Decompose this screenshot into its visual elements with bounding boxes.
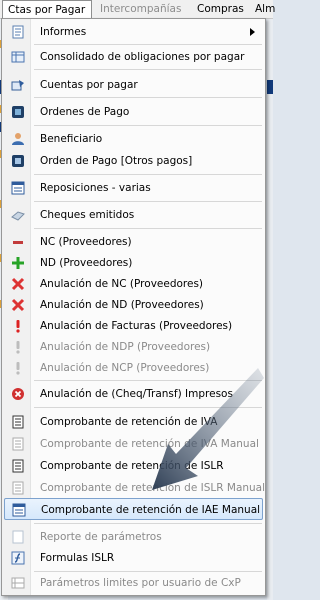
receipt-icon <box>12 437 24 451</box>
menu-item-parametros-limites[interactable]: Parámetros limites por usuario de CxP <box>4 572 263 594</box>
table-icon <box>11 51 25 63</box>
menu-item-ordenes-de-pago[interactable]: Ordenes de Pago <box>4 101 263 123</box>
menu-item-label: Cuentas por pagar <box>40 79 138 91</box>
menu-compras[interactable]: Compras <box>192 0 249 18</box>
menu-item-formulas-islr[interactable]: Formulas ISLR <box>4 547 263 569</box>
receipt-icon <box>12 415 24 429</box>
exclamation-icon <box>16 320 20 333</box>
report-icon <box>12 25 24 39</box>
separator <box>34 97 262 98</box>
menu-item-label: Anulación de Facturas (Proveedores) <box>40 320 233 332</box>
menu-item-label: Parámetros limites por usuario de CxP <box>40 577 241 589</box>
menu-item-nd-proveedores[interactable]: ND (Proveedores) <box>4 252 263 274</box>
menu-item-label: ND (Proveedores) <box>40 257 133 269</box>
menu-item-cuentas-por-pagar[interactable]: Cuentas por pagar <box>4 74 263 96</box>
separator <box>34 174 262 175</box>
separator <box>34 44 262 45</box>
menu-almacen[interactable]: Alm <box>250 0 280 18</box>
x-icon <box>11 277 25 291</box>
menu-item-label: Anulación de NC (Proveedores) <box>40 278 204 290</box>
check-icon <box>11 211 25 221</box>
menu-item-label: Anulación de NDP (Proveedores) <box>40 341 211 353</box>
menu-item-anulacion-ndp[interactable]: Anulación de NDP (Proveedores) <box>4 336 263 358</box>
pointer-arrow-icon <box>152 368 264 490</box>
menu-item-label: Comprobante de retención de IAE Manual <box>41 504 261 516</box>
payment-order-icon <box>12 106 24 118</box>
menu-intercompanias[interactable]: Intercompañías <box>95 0 186 18</box>
menu-item-nc-proveedores[interactable]: NC (Proveedores) <box>4 231 263 253</box>
menu-item-reposiciones[interactable]: Reposiciones - varias <box>4 177 263 199</box>
chevron-right-icon <box>250 28 255 36</box>
menu-item-anulacion-nd[interactable]: Anulación de ND (Proveedores) <box>4 294 263 316</box>
menu-ctas-por-pagar[interactable]: Ctas por Pagar <box>2 0 92 19</box>
x-icon <box>11 298 25 312</box>
menu-item-label: Cheques emitidos <box>40 209 135 221</box>
menu-item-label: Informes <box>40 26 87 38</box>
person-icon <box>12 133 24 145</box>
receipt-icon <box>12 481 24 495</box>
window-icon <box>12 503 26 517</box>
menu-item-anulacion-facturas[interactable]: Anulación de Facturas (Proveedores) <box>4 315 263 337</box>
exclamation-icon <box>16 362 20 375</box>
menu-item-label: NC (Proveedores) <box>40 236 132 248</box>
menu-item-orden-de-pago-otros[interactable]: Orden de Pago [Otros pagos] <box>4 150 263 172</box>
menu-item-label: Anulación de ND (Proveedores) <box>40 299 204 311</box>
formula-icon <box>11 551 25 565</box>
accounts-icon <box>11 80 24 91</box>
params-icon <box>11 577 25 589</box>
menu-item-label: Reporte de parámetros <box>40 531 162 543</box>
menu-item-label: Formulas ISLR <box>40 552 115 564</box>
document-icon <box>12 155 24 167</box>
menu-item-label: Orden de Pago [Otros pagos] <box>40 155 193 167</box>
window-icon <box>11 181 25 195</box>
menu-item-informes[interactable]: Informes <box>4 21 263 43</box>
background-window-right <box>267 19 273 600</box>
menu-item-reporte-parametros[interactable]: Reporte de parámetros <box>4 526 263 548</box>
menu-item-label: Consolidado de obligaciones por pagar <box>40 51 245 63</box>
menu-item-consolidado[interactable]: Consolidado de obligaciones por pagar <box>4 46 263 68</box>
plus-icon <box>12 257 24 269</box>
menu-bar: Ctas por Pagar Intercompañías Compras Al… <box>0 0 275 19</box>
minus-icon <box>13 241 23 244</box>
receipt-icon <box>12 459 24 473</box>
menu-item-cheques-emitidos[interactable]: Cheques emitidos <box>4 204 263 226</box>
menu-item-label: Ordenes de Pago <box>40 106 130 118</box>
separator <box>34 125 262 126</box>
page-icon <box>12 530 24 544</box>
menu-item-label: Reposiciones - varias <box>40 182 151 194</box>
ctas-por-pagar-dropdown: Informes Consolidado de obligaciones por… <box>1 18 266 596</box>
menu-item-anulacion-nc[interactable]: Anulación de NC (Proveedores) <box>4 273 263 295</box>
menu-item-beneficiario[interactable]: Beneficiario <box>4 128 263 150</box>
background-header-bar <box>267 80 273 94</box>
separator <box>34 201 262 202</box>
exclamation-icon <box>16 341 20 354</box>
cancel-circle-icon <box>12 388 24 400</box>
separator <box>34 69 262 70</box>
separator <box>34 228 262 229</box>
menu-item-label: Beneficiario <box>40 133 103 145</box>
separator <box>34 523 262 524</box>
